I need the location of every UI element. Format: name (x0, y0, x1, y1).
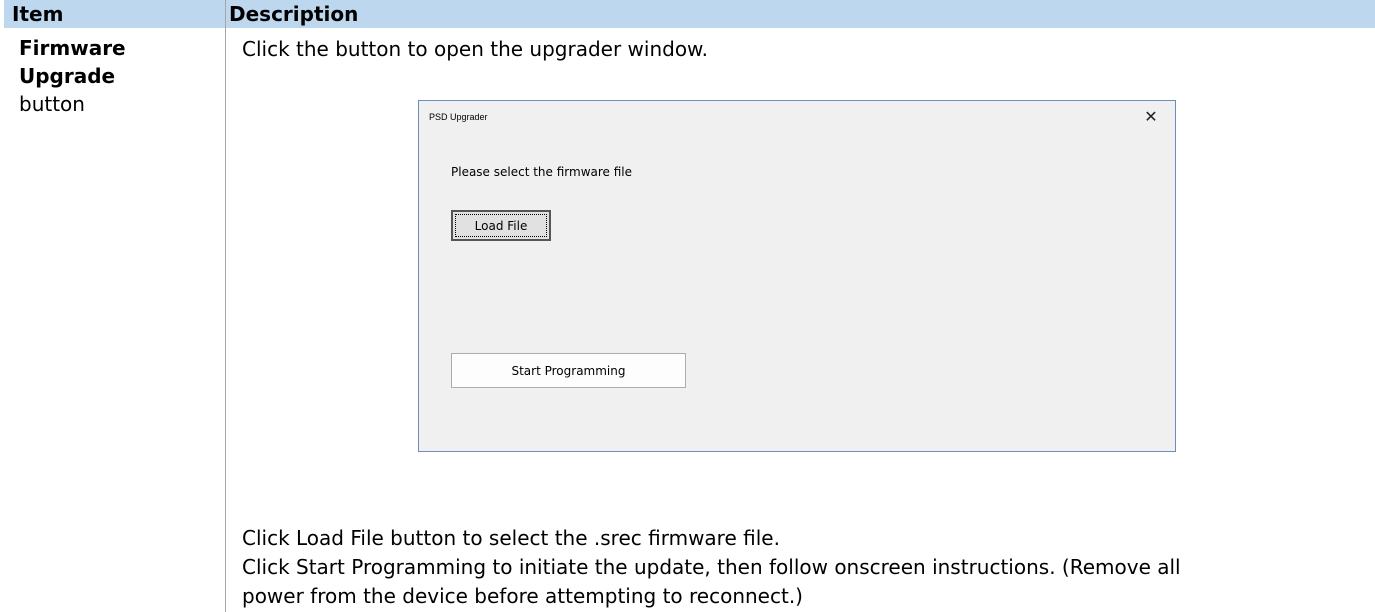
item-cell: Firmware Upgrade button (19, 34, 219, 118)
start-programming-button[interactable]: Start Programming (451, 353, 686, 388)
close-icon[interactable]: ✕ (1141, 107, 1161, 127)
header-item: Item (12, 2, 64, 26)
dialog-title: PSD Upgrader (429, 112, 488, 122)
header-description: Description (229, 2, 359, 26)
instruction-line: Click Load File button to select the .sr… (242, 526, 780, 550)
instructions: Click Load File button to select the .sr… (242, 524, 1352, 611)
instruction-line: power from the device before attempting … (242, 584, 803, 608)
item-name-bold: Firmware Upgrade (19, 36, 126, 88)
column-divider (225, 0, 226, 612)
intro-text: Click the button to open the upgrader wi… (242, 37, 708, 61)
table-header-row (4, 0, 1375, 28)
upgrader-dialog: PSD Upgrader ✕ Please select the firmwar… (418, 100, 1176, 452)
load-file-button[interactable]: Load File (451, 210, 551, 241)
instruction-line: Click Start Programming to initiate the … (242, 555, 1181, 579)
dialog-prompt: Please select the firmware file (451, 165, 633, 179)
item-name-plain: button (19, 92, 85, 116)
